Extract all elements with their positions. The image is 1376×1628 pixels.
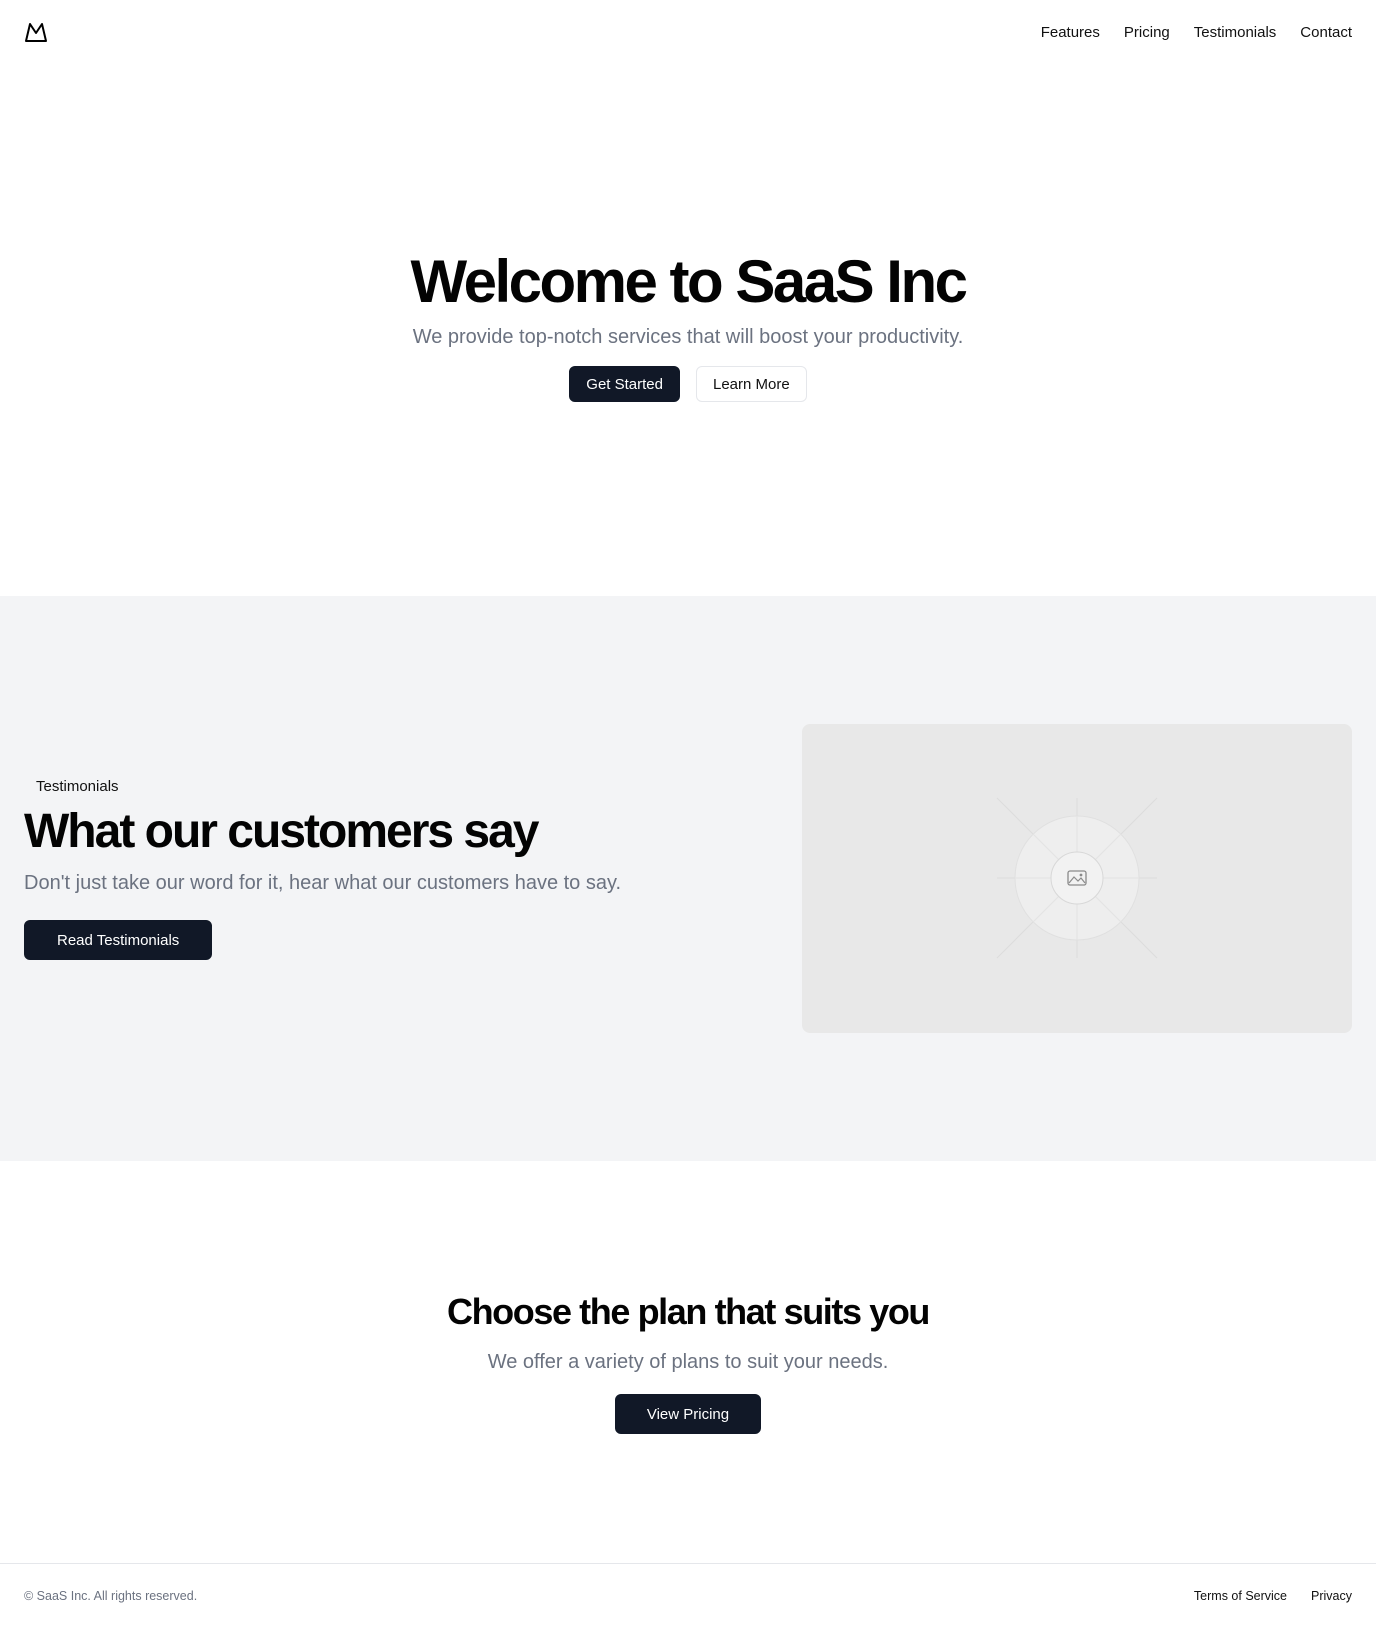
privacy-link[interactable]: Privacy xyxy=(1311,1589,1352,1603)
testimonials-section: Testimonials What our customers say Don'… xyxy=(0,596,1376,1161)
get-started-button[interactable]: Get Started xyxy=(569,366,680,402)
footer-links: Terms of Service Privacy xyxy=(1194,1589,1352,1603)
view-pricing-button[interactable]: View Pricing xyxy=(614,1394,762,1434)
pricing-subtitle: We offer a variety of plans to suit your… xyxy=(487,1351,889,1373)
mountain-icon xyxy=(25,23,47,42)
pricing-title: Choose the plan that suits you xyxy=(446,1291,930,1332)
testimonials-description: Don't just take our word for it, hear wh… xyxy=(24,872,622,895)
nav-link-pricing[interactable]: Pricing xyxy=(1124,24,1170,41)
copyright-text: © SaaS Inc. All rights reserved. xyxy=(24,1589,198,1603)
testimonials-image-placeholder xyxy=(802,724,1352,1033)
hero-title: Welcome to SaaS Inc xyxy=(410,248,968,315)
main-nav: Features Pricing Testimonials Contact xyxy=(1041,24,1352,41)
terms-link[interactable]: Terms of Service xyxy=(1194,1589,1287,1603)
image-placeholder-icon xyxy=(996,797,1158,959)
hero-section: Welcome to SaaS Inc We provide top-notch… xyxy=(0,64,1376,596)
nav-link-contact[interactable]: Contact xyxy=(1300,24,1352,41)
nav-link-testimonials[interactable]: Testimonials xyxy=(1194,24,1277,41)
logo-link[interactable] xyxy=(24,20,48,44)
testimonials-content: Testimonials What our customers say Don'… xyxy=(24,776,664,961)
testimonials-badge: Testimonials xyxy=(36,778,119,795)
nav-link-features[interactable]: Features xyxy=(1041,24,1100,41)
hero-actions: Get Started Learn More xyxy=(569,366,807,402)
site-footer: © SaaS Inc. All rights reserved. Terms o… xyxy=(0,1563,1376,1628)
learn-more-button[interactable]: Learn More xyxy=(696,366,807,402)
site-header: Features Pricing Testimonials Contact xyxy=(0,0,1376,64)
read-testimonials-button[interactable]: Read Testimonials xyxy=(24,920,213,961)
hero-subtitle: We provide top-notch services that will … xyxy=(412,326,964,348)
testimonials-title: What our customers say xyxy=(24,805,539,858)
pricing-section: Choose the plan that suits you We offer … xyxy=(0,1161,1376,1563)
